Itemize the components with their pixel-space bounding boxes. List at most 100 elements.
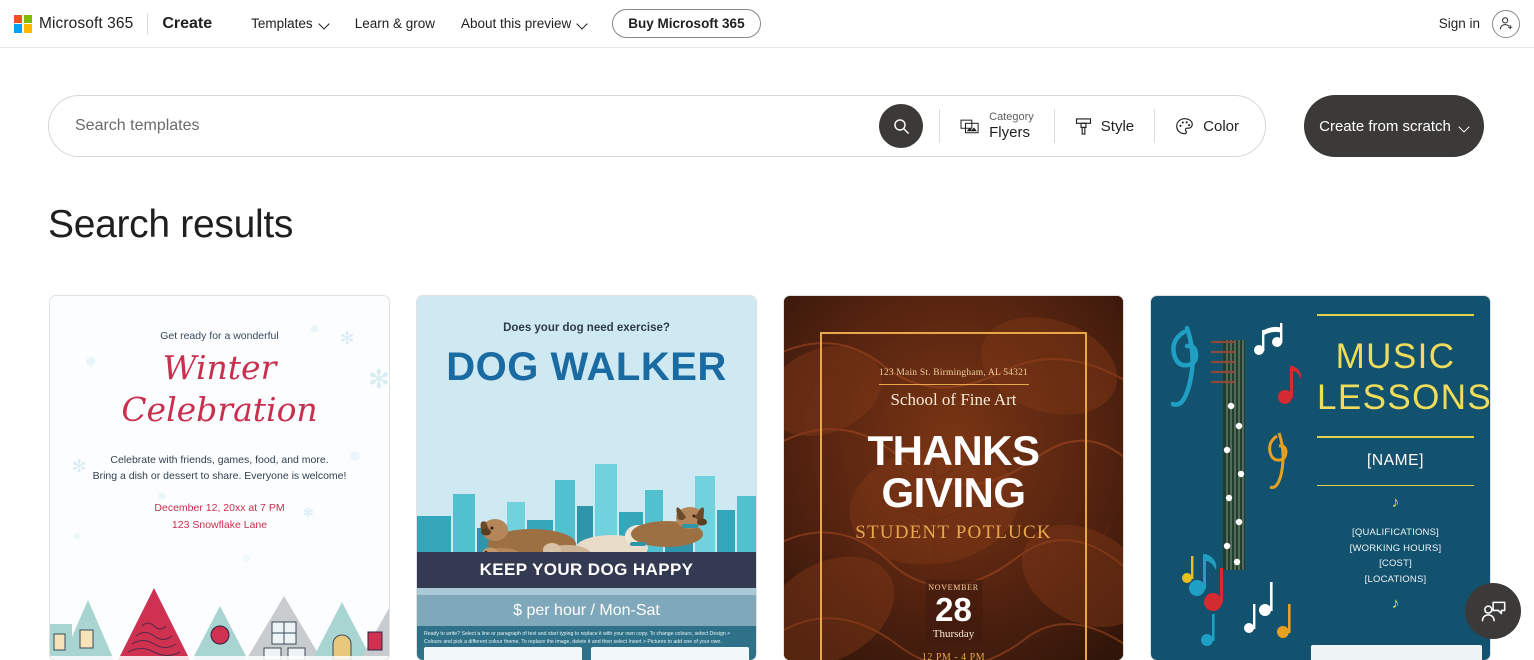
card-body-line1: Celebrate with friends, games, food, and… xyxy=(110,454,329,467)
palette-icon xyxy=(1176,117,1194,134)
filter-divider xyxy=(939,109,941,143)
search-icon xyxy=(893,118,909,134)
header-divider xyxy=(147,13,149,34)
feedback-person-icon xyxy=(1481,601,1505,621)
card-divider xyxy=(1317,314,1474,316)
card-time: 12 PM - 4 PM xyxy=(921,652,986,660)
search-bar: Category Flyers Style Color xyxy=(48,95,1266,157)
nav-item-label: About this preview xyxy=(460,16,572,31)
card-info-item: [QUALIFICATIONS] xyxy=(1352,527,1439,539)
page-title: Search results xyxy=(48,203,294,246)
filter-category[interactable]: Category Flyers xyxy=(956,111,1038,142)
filter-divider xyxy=(1154,109,1156,143)
template-card-thanksgiving-student-potluck[interactable]: 123 Main St. Birmingham, AL 54321 School… xyxy=(784,296,1123,660)
buy-microsoft-365-button[interactable]: Buy Microsoft 365 xyxy=(612,9,761,38)
card-title-line2: Celebration xyxy=(121,390,318,430)
card-footer-box xyxy=(591,647,749,660)
search-button[interactable] xyxy=(879,104,924,148)
card-title: Winter Celebration xyxy=(50,347,389,431)
card-weekday: Thursday xyxy=(932,628,975,640)
card-title: THANKS GIVING xyxy=(784,427,1123,516)
feedback-button[interactable] xyxy=(1465,583,1521,639)
chevron-down-icon xyxy=(578,19,587,28)
nav-item-learn-and-grow[interactable]: Learn & grow xyxy=(342,10,448,37)
template-card-dog-walker[interactable]: Does your dog need exercise? DOG WALKER xyxy=(417,296,756,660)
card-divider xyxy=(1317,436,1474,438)
card-question: Does your dog need exercise? xyxy=(503,322,670,334)
card-footer-box xyxy=(424,647,582,660)
card-subtitle: STUDENT POTLUCK xyxy=(855,521,1052,543)
card-divider xyxy=(878,384,1029,386)
filter-style[interactable]: Style xyxy=(1071,117,1138,136)
images-icon xyxy=(960,119,979,134)
card-title-line2: GIVING xyxy=(881,468,1026,516)
filter-category-value: Flyers xyxy=(989,123,1030,141)
card-info-list: [QUALIFICATIONS] [WORKING HOURS] [COST] … xyxy=(1317,525,1474,587)
card-body: Celebrate with friends, games, food, and… xyxy=(50,453,389,483)
card-footer-box xyxy=(1311,645,1482,660)
card-title-line1: THANKS xyxy=(867,427,1041,475)
card-title-line1: Winter xyxy=(162,348,277,387)
create-from-scratch-button[interactable]: Create from scratch xyxy=(1304,95,1484,157)
card-date-block: NOVEMBER 28 Thursday xyxy=(925,580,982,644)
card-rate-bar: $ per hour / Mon-Sat xyxy=(417,595,756,626)
search-input[interactable] xyxy=(49,117,880,135)
card-school-name: School of Fine Art xyxy=(890,390,1017,410)
filter-divider xyxy=(1053,109,1055,143)
card-name-placeholder: [NAME] xyxy=(1367,451,1424,469)
card-title-line1: MUSIC xyxy=(1335,336,1456,376)
card-content: 123 Main St. Birmingham, AL 54321 School… xyxy=(784,368,1123,544)
card-info-item: [COST] xyxy=(1379,558,1412,570)
microsoft-logo-icon xyxy=(14,14,32,33)
card-rate-label: $ per hour / Mon-Sat xyxy=(513,601,660,619)
card-headline: DOG WALKER xyxy=(446,345,727,389)
card-date: December 12, 20xx at 7 PM xyxy=(154,501,285,514)
card-content: MUSIC LESSONS [NAME] ♪ [QUALIFICATIONS] … xyxy=(1317,314,1490,626)
nav-item-label: Templates xyxy=(251,16,313,31)
nav-item-templates[interactable]: Templates xyxy=(238,10,342,37)
nav-item-label: Learn & grow xyxy=(354,16,435,31)
card-band-gap xyxy=(417,588,756,595)
card-address: 123 Main St. Birmingham, AL 54321 xyxy=(878,368,1028,378)
header-right-section: Sign in xyxy=(1439,9,1520,38)
card-title-line2: LESSONS xyxy=(1317,377,1490,417)
create-from-scratch-label: Create from scratch xyxy=(1319,117,1451,135)
brand-label: Microsoft 365 xyxy=(39,14,134,32)
guitar-music-notes-illustration xyxy=(1170,323,1302,646)
card-info-item: [WORKING HOURS] xyxy=(1349,542,1442,554)
card-info-item: [LOCATIONS] xyxy=(1364,573,1427,585)
card-content: Get ready for a wonderful Winter Celebra… xyxy=(50,296,389,535)
card-body-line2: Bring a dish or dessert to share. Everyo… xyxy=(92,469,347,482)
avatar[interactable] xyxy=(1492,9,1520,38)
chevron-down-icon xyxy=(1460,122,1469,131)
music-note-icon: ♪ xyxy=(1391,494,1400,512)
music-note-icon: ♪ xyxy=(1391,594,1400,612)
person-add-icon xyxy=(1499,17,1512,30)
chevron-down-icon xyxy=(320,19,329,28)
sign-in-link[interactable]: Sign in xyxy=(1439,16,1480,31)
filter-color[interactable]: Color xyxy=(1171,117,1243,136)
main-nav: Templates Learn & grow About this previe… xyxy=(238,9,761,38)
card-band: KEEP YOUR DOG HAPPY xyxy=(417,552,756,588)
search-and-filter-row: Category Flyers Style Color xyxy=(48,95,1484,157)
top-navigation-bar: Microsoft 365 Create Templates Learn & g… xyxy=(0,0,1534,48)
card-details: December 12, 20xx at 7 PM 123 Snowflake … xyxy=(50,500,389,535)
village-illustration xyxy=(50,588,389,660)
template-card-music-lessons[interactable]: MUSIC LESSONS [NAME] ♪ [QUALIFICATIONS] … xyxy=(1151,296,1490,660)
card-day-number: 28 xyxy=(935,591,972,628)
card-divider xyxy=(1317,484,1474,487)
template-card-winter-celebration[interactable]: ✻ ✻ ✻ ✻ Get ready for a wonderful Winter… xyxy=(50,296,389,660)
card-band-label: KEEP YOUR DOG HAPPY xyxy=(479,560,694,579)
nav-item-about-this-preview[interactable]: About this preview xyxy=(448,10,600,37)
card-title: MUSIC LESSONS xyxy=(1317,336,1490,419)
microsoft-365-logo[interactable]: Microsoft 365 xyxy=(14,14,134,33)
filter-style-label: Style xyxy=(1100,117,1135,135)
card-pretitle: Get ready for a wonderful xyxy=(160,330,279,342)
card-footer-boxes xyxy=(424,647,749,660)
filter-category-caption: Category xyxy=(989,110,1034,123)
card-address: 123 Snowflake Lane xyxy=(171,519,268,532)
template-results-grid: ✻ ✻ ✻ ✻ Get ready for a wonderful Winter… xyxy=(50,296,1490,660)
product-name-create[interactable]: Create xyxy=(162,15,212,33)
paint-brush-icon xyxy=(1075,117,1091,135)
filter-color-label: Color xyxy=(1203,117,1239,135)
